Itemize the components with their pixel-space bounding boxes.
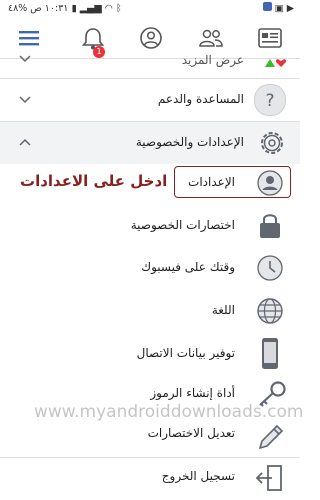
bluetooth-icon: ᛒ [116,3,123,14]
chevron-down-icon [19,55,31,63]
svg-text:?: ? [265,91,274,111]
fb-icon [262,2,272,11]
language-label: اللغة [211,303,235,317]
lock-icon [260,214,280,238]
clock-icon [257,255,283,281]
chevron-up-icon [19,138,31,146]
gear-icon [261,132,283,154]
time-on-facebook-row[interactable]: وقتك على فيسبوك [0,250,300,286]
heart-triangle-icon [265,59,287,67]
question-icon: ? [254,84,286,116]
battery-icon: ▮ [71,3,77,14]
settings-privacy-label: الإعدادات والخصوصية [135,135,244,149]
status-notification-icons: ▣ ▶ [262,2,294,14]
clock: ١٠:٣١ ص [30,3,69,14]
logout-label: تسجيل الخروج [161,469,235,483]
edit-shortcuts-row[interactable]: تعديل الاختصارات [0,420,300,452]
help-support-label: المساعدة والدعم [157,92,244,106]
status-time: ١٠:٣١ ص %٤٨ ▮ ▂▄▆ ◠ ᛒ [8,3,122,14]
see-more-row[interactable]: عرض المزيد [0,48,300,76]
annotation-text: ادخل على الاعدادات [20,172,168,190]
privacy-shortcuts-row[interactable]: اختصارات الخصوصية [0,208,300,242]
language-row[interactable]: اللغة [0,293,300,329]
pencil-icon [258,424,284,450]
image-icon: ▣ [274,3,284,14]
battery-level: %٤٨ [8,3,28,14]
data-saver-row[interactable]: توفير بيانات الاتصال [0,336,300,372]
status-bar: ١٠:٣١ ص %٤٨ ▮ ▂▄▆ ◠ ᛒ ▣ ▶ [0,0,300,18]
phone-icon [262,338,278,369]
see-more-label: عرض المزيد [181,53,244,67]
globe-icon [257,298,283,324]
time-on-facebook-label: وقتك على فيسبوك [141,260,235,274]
settings-privacy-header[interactable]: الإعدادات والخصوصية [0,122,300,164]
privacy-shortcuts-label: اختصارات الخصوصية [130,218,235,232]
logout-row[interactable]: تسجيل الخروج [0,458,300,498]
help-support-row[interactable]: المساعدة والدعم ? [0,79,300,121]
signal-icon: ▂▄▆ [79,3,102,14]
wifi-icon: ◠ [104,3,113,14]
logout-icon [255,465,282,491]
play-store-icon: ▶ [286,3,294,14]
code-generator-label: أداة إنشاء الرموز [150,386,235,400]
settings-highlight-box [174,166,291,198]
data-saver-label: توفير بيانات الاتصال [136,346,235,360]
chevron-down-icon [19,96,31,104]
edit-shortcuts-label: تعديل الاختصارات [147,426,235,440]
watermark: www.myandroiddownloads.com [34,402,304,422]
